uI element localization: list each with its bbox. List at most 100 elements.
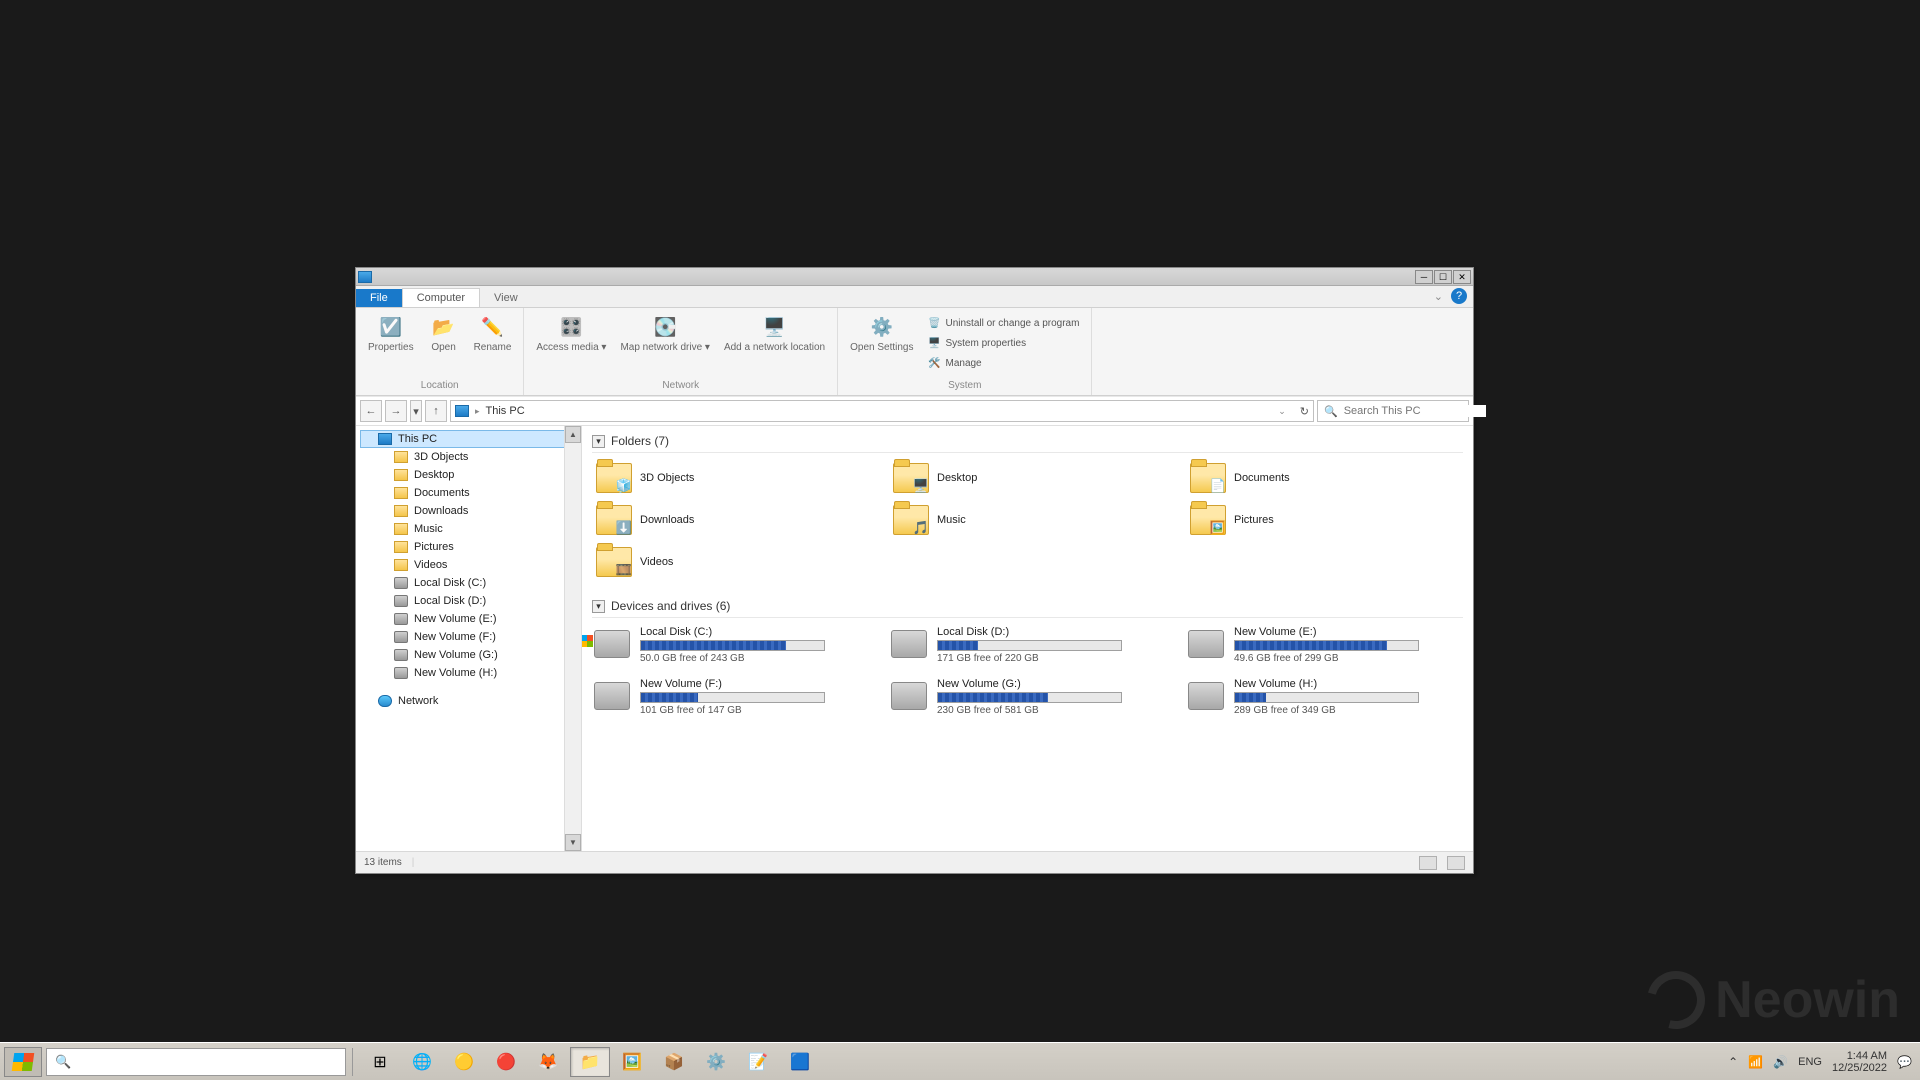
forward-button[interactable]: →: [385, 400, 407, 422]
tree-item[interactable]: Downloads: [360, 502, 581, 520]
search-input[interactable]: [1344, 405, 1486, 417]
start-button[interactable]: [4, 1047, 42, 1077]
drive-icon: [394, 649, 408, 661]
tree-network[interactable]: Network: [360, 692, 581, 710]
up-button[interactable]: ↑: [425, 400, 447, 422]
network-icon: [378, 695, 392, 707]
tree-item[interactable]: New Volume (H:): [360, 664, 581, 682]
tab-view[interactable]: View: [480, 289, 532, 307]
system-properties-button[interactable]: 🖥️System properties: [923, 334, 1083, 352]
ribbon-group-label: System: [846, 380, 1083, 393]
folder-item[interactable]: 🖼️Pictures: [1186, 501, 1463, 539]
folder-icon: ⬇️: [596, 505, 632, 535]
tree-item[interactable]: New Volume (E:): [360, 610, 581, 628]
volume-icon[interactable]: 🔊: [1773, 1055, 1788, 1069]
taskbar-app-settings[interactable]: ⚙️: [696, 1047, 736, 1077]
language-indicator[interactable]: ENG: [1798, 1056, 1822, 1068]
collapse-drives-button[interactable]: ▾: [592, 600, 605, 613]
drive-item[interactable]: New Volume (H:)289 GB free of 349 GB: [1186, 676, 1463, 718]
tree-item[interactable]: Music: [360, 520, 581, 538]
drive-item[interactable]: Local Disk (D:)171 GB free of 220 GB: [889, 624, 1166, 666]
tab-computer[interactable]: Computer: [402, 288, 480, 307]
collapse-ribbon-icon[interactable]: ⌄: [1434, 290, 1443, 303]
tab-file[interactable]: File: [356, 289, 402, 307]
breadcrumb[interactable]: This PC: [486, 405, 525, 417]
taskbar-app-edge[interactable]: 🌐: [402, 1047, 442, 1077]
folder-icon: 🎞️: [596, 547, 632, 577]
wifi-icon[interactable]: 📶: [1748, 1055, 1763, 1069]
help-icon[interactable]: ?: [1451, 288, 1467, 304]
tree-item[interactable]: 3D Objects: [360, 448, 581, 466]
back-button[interactable]: ←: [360, 400, 382, 422]
drive-item[interactable]: Local Disk (C:)50.0 GB free of 243 GB: [592, 624, 869, 666]
tiles-view-button[interactable]: [1447, 856, 1465, 870]
taskbar-app-notepad[interactable]: 📝: [738, 1047, 778, 1077]
maximize-button[interactable]: ☐: [1434, 270, 1452, 284]
scroll-down-button[interactable]: ▼: [565, 834, 581, 851]
details-view-button[interactable]: [1419, 856, 1437, 870]
folder-item[interactable]: 🎞️ Videos: [592, 543, 869, 581]
manage-button[interactable]: 🛠️Manage: [923, 354, 1083, 372]
taskbar-app-opera[interactable]: 🔴: [486, 1047, 526, 1077]
open-settings-button[interactable]: ⚙️Open Settings: [846, 312, 917, 380]
folder-icon: [394, 505, 408, 517]
tree-item[interactable]: New Volume (G:): [360, 646, 581, 664]
drive-item[interactable]: New Volume (G:)230 GB free of 581 GB: [889, 676, 1166, 718]
drive-item[interactable]: New Volume (E:)49.6 GB free of 299 GB: [1186, 624, 1463, 666]
watermark: Neowin: [1647, 970, 1900, 1030]
sidebar-scrollbar[interactable]: ▲ ▼: [564, 426, 581, 851]
folder-item[interactable]: ⬇️Downloads: [592, 501, 869, 539]
access-media-button[interactable]: 🎛️Access media ▾: [532, 312, 610, 380]
status-bar: 13 items |: [356, 851, 1473, 873]
map-drive-button[interactable]: 💽Map network drive ▾: [616, 312, 714, 380]
taskbar-app-photos[interactable]: 🖼️: [612, 1047, 652, 1077]
minimize-button[interactable]: ─: [1415, 270, 1433, 284]
folder-item[interactable]: 🎵Music: [889, 501, 1166, 539]
scroll-up-button[interactable]: ▲: [565, 426, 581, 443]
breadcrumb-dropdown-icon[interactable]: ⌄: [1278, 406, 1286, 417]
rename-button[interactable]: ✏️Rename: [470, 312, 516, 380]
tree-item[interactable]: Local Disk (D:): [360, 592, 581, 610]
collapse-folders-button[interactable]: ▾: [592, 435, 605, 448]
address-bar[interactable]: ▸ This PC ⌄ ↻: [450, 400, 1314, 422]
ribbon-group-location: ☑️Properties 📂Open ✏️Rename Location: [356, 308, 524, 395]
folder-item[interactable]: 🧊3D Objects: [592, 459, 869, 497]
taskbar-app-chrome[interactable]: 🟡: [444, 1047, 484, 1077]
drive-icon: [394, 631, 408, 643]
windows-logo-icon: [12, 1053, 35, 1071]
uninstall-button[interactable]: 🗑️Uninstall or change a program: [923, 314, 1083, 332]
open-button[interactable]: 📂Open: [424, 312, 464, 380]
folder-item[interactable]: 📄Documents: [1186, 459, 1463, 497]
taskbar-app-generic[interactable]: 🟦: [780, 1047, 820, 1077]
tray-overflow-button[interactable]: ⌃: [1728, 1055, 1738, 1069]
folder-label: Videos: [640, 556, 673, 568]
properties-button[interactable]: ☑️Properties: [364, 312, 418, 380]
taskbar-app-virtualbox[interactable]: 📦: [654, 1047, 694, 1077]
tree-item[interactable]: Local Disk (C:): [360, 574, 581, 592]
folder-item[interactable]: 🖥️Desktop: [889, 459, 1166, 497]
tree-item[interactable]: Documents: [360, 484, 581, 502]
refresh-button[interactable]: ↻: [1300, 405, 1309, 418]
tree-item[interactable]: Pictures: [360, 538, 581, 556]
close-button[interactable]: ✕: [1453, 270, 1471, 284]
tree-item[interactable]: New Volume (F:): [360, 628, 581, 646]
titlebar[interactable]: ─ ☐ ✕: [356, 268, 1473, 286]
search-box[interactable]: 🔍: [1317, 400, 1469, 422]
folder-label: Pictures: [1234, 514, 1274, 526]
task-view-button[interactable]: ⊞: [360, 1047, 400, 1077]
tree-item[interactable]: Desktop: [360, 466, 581, 484]
notifications-icon[interactable]: 💬: [1897, 1055, 1912, 1069]
folder-icon: [394, 523, 408, 535]
taskbar-search[interactable]: 🔍: [46, 1048, 346, 1076]
folder-icon: 📄: [1190, 463, 1226, 493]
taskbar-app-firefox[interactable]: 🦊: [528, 1047, 568, 1077]
add-location-button[interactable]: 🖥️Add a network location: [720, 312, 829, 380]
ribbon-group-label: Network: [532, 380, 829, 393]
recent-locations-button[interactable]: ▾: [410, 400, 422, 422]
tree-this-pc[interactable]: This PC: [360, 430, 581, 448]
tree-item[interactable]: Videos: [360, 556, 581, 574]
clock[interactable]: 1:44 AM 12/25/2022: [1832, 1050, 1887, 1074]
taskbar-app-explorer[interactable]: 📁: [570, 1047, 610, 1077]
drive-item[interactable]: New Volume (F:)101 GB free of 147 GB: [592, 676, 869, 718]
search-icon: 🔍: [55, 1054, 71, 1070]
